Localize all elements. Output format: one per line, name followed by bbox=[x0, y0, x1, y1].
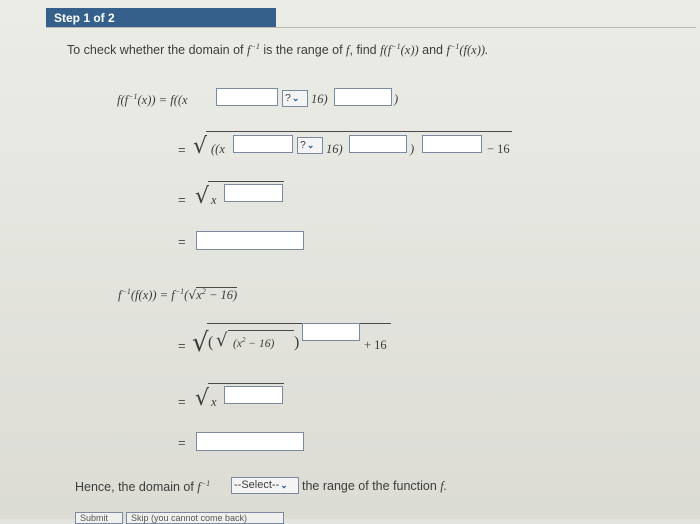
header-divider bbox=[46, 27, 696, 28]
equals-sign: = bbox=[178, 234, 186, 249]
row2-operator-select[interactable]: ? ⌄ bbox=[297, 137, 323, 154]
sqrt-icon: √ bbox=[216, 330, 228, 351]
skip-button[interactable]: Skip (you cannot come back) bbox=[126, 512, 284, 524]
conclusion-text-a: Hence, the domain of f−1 bbox=[75, 479, 210, 495]
row2-after-select: 16) bbox=[326, 142, 343, 156]
superscript: −1 bbox=[174, 287, 185, 296]
superscript: −1 bbox=[200, 479, 211, 488]
superscript: −1 bbox=[121, 287, 131, 296]
radical-bar bbox=[208, 181, 284, 183]
conclusion-part: Hence, the domain of bbox=[75, 480, 198, 495]
equals-sign: = bbox=[178, 394, 186, 409]
row5-tail: − 16) bbox=[205, 288, 238, 303]
row5-lhs: f−1(f(x)) = f−1(√x2 − 16) bbox=[118, 287, 238, 303]
page: Step 1 of 2 To check whether the domain … bbox=[0, 0, 700, 524]
row7-x: x bbox=[211, 395, 217, 409]
row2-input-3[interactable] bbox=[422, 135, 482, 153]
row3-x: x bbox=[211, 193, 217, 207]
f-symbol: f. bbox=[440, 479, 447, 493]
row8-input[interactable] bbox=[196, 432, 304, 451]
select-value: ? bbox=[300, 139, 306, 151]
select-value: --Select-- bbox=[234, 479, 280, 491]
radical-bar bbox=[207, 323, 391, 325]
instruction-part: , find bbox=[349, 43, 381, 58]
row3-input[interactable] bbox=[224, 184, 283, 202]
row6-inner-a: (x bbox=[233, 337, 242, 350]
equals-sign: = bbox=[178, 142, 186, 157]
row6-tail: + 16 bbox=[364, 338, 387, 352]
equals-sign: = bbox=[178, 435, 186, 450]
row1-lhs: f(f−1(x)) = f((x bbox=[117, 92, 188, 108]
row1-after-select: 16) bbox=[311, 92, 328, 106]
row6-inner: (x2 − 16) bbox=[233, 336, 274, 350]
row1-close-paren: ) bbox=[394, 92, 399, 106]
submit-button[interactable]: Submit bbox=[75, 512, 123, 524]
equals-sign: = bbox=[178, 192, 186, 207]
row6-exponent-input[interactable] bbox=[302, 323, 360, 341]
chevron-down-icon: ⌄ bbox=[280, 480, 288, 490]
instruction-part: To check whether the domain of bbox=[67, 43, 247, 58]
domain-range-select[interactable]: --Select-- ⌄ bbox=[231, 477, 299, 494]
row2-input-2[interactable] bbox=[349, 135, 407, 153]
equals-sign: = bbox=[178, 338, 186, 353]
row2-tail: − 16 bbox=[487, 142, 510, 156]
instruction-text: To check whether the domain of f−1 is th… bbox=[67, 42, 488, 58]
conclusion-text-b: the range of the function f. bbox=[302, 479, 447, 494]
row1-input-2[interactable] bbox=[334, 88, 392, 106]
instruction-part: is the range of bbox=[259, 43, 347, 58]
sqrt-icon: √ bbox=[193, 134, 208, 159]
sqrt-icon: √ bbox=[195, 184, 210, 209]
row1-lhs-b: (x)) = f((x bbox=[137, 93, 188, 108]
conclusion-part: the range of the function bbox=[302, 479, 441, 493]
row2-inner: ((x bbox=[211, 142, 225, 156]
row4-input[interactable] bbox=[196, 231, 304, 250]
chevron-down-icon: ⌄ bbox=[306, 140, 315, 150]
radical-bar bbox=[208, 383, 284, 385]
superscript: −1 bbox=[391, 42, 401, 51]
row2-input-1[interactable] bbox=[233, 135, 293, 153]
superscript: −1 bbox=[449, 42, 460, 51]
row6-close-paren: ) bbox=[294, 334, 300, 351]
expression: (x)) bbox=[400, 43, 419, 58]
row7-input[interactable] bbox=[224, 386, 283, 404]
radical-bar bbox=[206, 131, 512, 133]
sqrt-icon: √ bbox=[195, 386, 210, 411]
row1-input-1[interactable] bbox=[216, 88, 278, 106]
instruction-part: and bbox=[418, 43, 447, 58]
row6-open-paren: ( bbox=[208, 334, 214, 351]
sqrt-icon: √ bbox=[192, 328, 209, 358]
row1-lhs-a: f(f bbox=[117, 93, 129, 108]
row5-radicand: x2 − 16) bbox=[196, 287, 238, 303]
row5-lhs-b: (f(x)) = f bbox=[130, 288, 175, 303]
row6-inner-b: − 16) bbox=[245, 337, 275, 350]
select-value: ? bbox=[285, 92, 291, 104]
radical-bar bbox=[228, 330, 294, 332]
superscript: −1 bbox=[128, 92, 138, 101]
expression: (f(x)). bbox=[459, 43, 489, 58]
superscript: −1 bbox=[250, 42, 260, 51]
expression: f(f bbox=[380, 43, 392, 58]
step-header: Step 1 of 2 bbox=[46, 8, 276, 28]
row1-operator-select[interactable]: ? ⌄ bbox=[282, 90, 308, 107]
chevron-down-icon: ⌄ bbox=[291, 93, 300, 103]
row2-close-paren: ) bbox=[410, 142, 415, 156]
